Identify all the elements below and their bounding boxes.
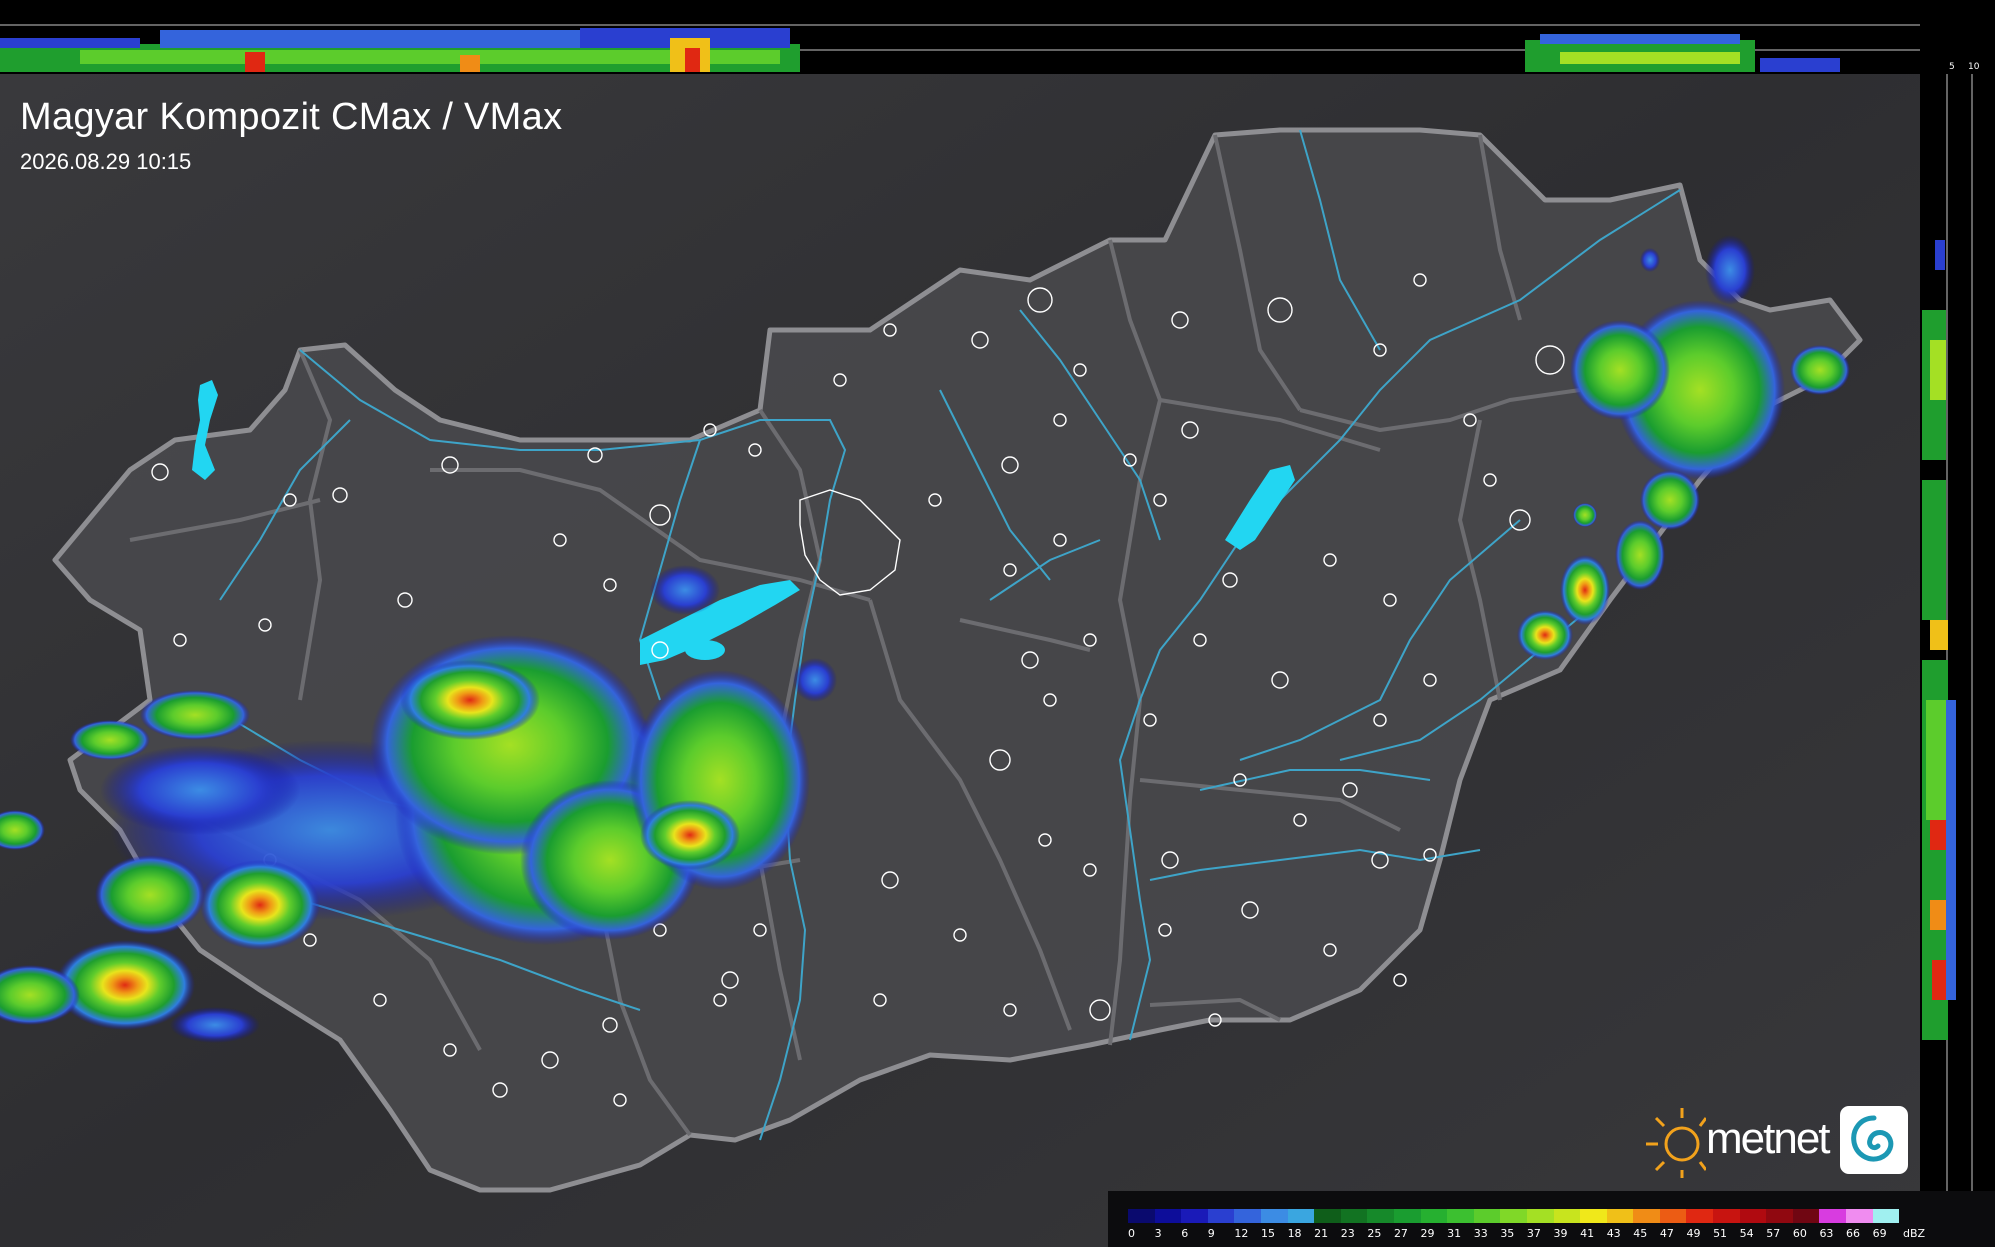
legend-swatch: [1659, 1209, 1687, 1223]
legend-label: 6: [1181, 1227, 1189, 1240]
legend-swatch: [1207, 1209, 1235, 1223]
legend-label: 31: [1447, 1227, 1462, 1240]
legend-label: 69: [1872, 1227, 1887, 1240]
legend-swatch: [1553, 1209, 1581, 1223]
legend-swatch: [1314, 1209, 1341, 1223]
legend-label: 15: [1260, 1227, 1275, 1240]
right-scale-label-10: 10: [1968, 62, 1980, 72]
legend-swatch: [1367, 1209, 1394, 1223]
legend-label: 9: [1207, 1227, 1215, 1240]
legend-swatch: [1500, 1209, 1527, 1223]
legend-swatch: [1633, 1209, 1660, 1223]
legend-swatch: [1739, 1209, 1767, 1223]
legend-label: 29: [1420, 1227, 1435, 1240]
legend-swatch: [1526, 1209, 1554, 1223]
legend-swatch: [1846, 1209, 1873, 1223]
legend-swatch: [1234, 1209, 1261, 1223]
radar-map: 10 5 5 10: [0, 0, 1995, 1247]
legend-label: 60: [1792, 1227, 1807, 1240]
legend-label: 3: [1154, 1227, 1162, 1240]
dbz-legend: 0 3 6 9 12 15 18 21 23 25 27 29 31 33 35 37 39 41 43 45 47 49…: [1108, 1191, 1995, 1247]
legend-label: 63: [1819, 1227, 1834, 1240]
legend-swatch: [1872, 1209, 1900, 1223]
legend-labels: 0 3 6 9 12 15 18 21 23 25 27 29 31 33 35 37 39 41 43 45 47 49…: [1128, 1227, 1899, 1240]
legend-swatch: [1606, 1209, 1634, 1223]
legend-label: 12: [1234, 1227, 1249, 1240]
legend-label: 45: [1633, 1227, 1648, 1240]
legend-swatch: [1473, 1209, 1501, 1223]
right-scale-label-5: 5: [1949, 62, 1955, 72]
legend-swatch: [1580, 1209, 1607, 1223]
sun-icon: [1646, 1108, 1706, 1178]
legend-swatch: [1819, 1209, 1847, 1223]
legend-label: 54: [1739, 1227, 1754, 1240]
legend-swatch: [1287, 1209, 1315, 1223]
legend-color-bar: [1128, 1209, 1900, 1223]
legend-swatch: [1181, 1209, 1208, 1223]
legend-label: 47: [1659, 1227, 1674, 1240]
legend-label: 66: [1846, 1227, 1861, 1240]
legend-label: 49: [1686, 1227, 1701, 1240]
legend-label: 41: [1580, 1227, 1595, 1240]
swirl-badge-icon: [1840, 1106, 1908, 1174]
legend-label: 21: [1314, 1227, 1329, 1240]
legend-label: 33: [1473, 1227, 1488, 1240]
legend-swatch: [1686, 1209, 1714, 1223]
map-title: Magyar Kompozit CMax / VMax: [20, 96, 563, 138]
legend-label: 0: [1128, 1227, 1135, 1240]
legend-unit: dBZ: [1903, 1227, 1926, 1240]
legend-swatch: [1340, 1209, 1368, 1223]
legend-swatch: [1447, 1209, 1474, 1223]
legend-label: 18: [1287, 1227, 1302, 1240]
legend-swatch: [1792, 1209, 1820, 1223]
map-timestamp: 2026.08.29 10:15: [20, 149, 192, 174]
legend-swatch: [1420, 1209, 1448, 1223]
legend-swatch: [1260, 1209, 1288, 1223]
legend-label: 23: [1340, 1227, 1355, 1240]
logo-text: metnet: [1706, 1114, 1831, 1163]
legend-label: 25: [1367, 1227, 1382, 1240]
legend-swatch: [1128, 1209, 1155, 1223]
legend-label: 39: [1553, 1227, 1568, 1240]
legend-label: 35: [1500, 1227, 1515, 1240]
legend-swatch: [1766, 1209, 1793, 1223]
map-title-block: Magyar Kompozit CMax / VMax 2026.08.29 1…: [20, 96, 562, 175]
legend-label: 37: [1526, 1227, 1541, 1240]
legend-label: 43: [1606, 1227, 1621, 1240]
legend-label: 51: [1713, 1227, 1728, 1240]
metnet-logo: metnet: [1636, 1104, 1911, 1180]
legend-swatch: [1393, 1209, 1421, 1223]
legend-label: 57: [1766, 1227, 1781, 1240]
legend-label: 27: [1393, 1227, 1408, 1240]
radar-map-page: 10 5 5 10: [0, 0, 1995, 1247]
legend-swatch: [1713, 1209, 1740, 1223]
legend-swatch: [1154, 1209, 1182, 1223]
